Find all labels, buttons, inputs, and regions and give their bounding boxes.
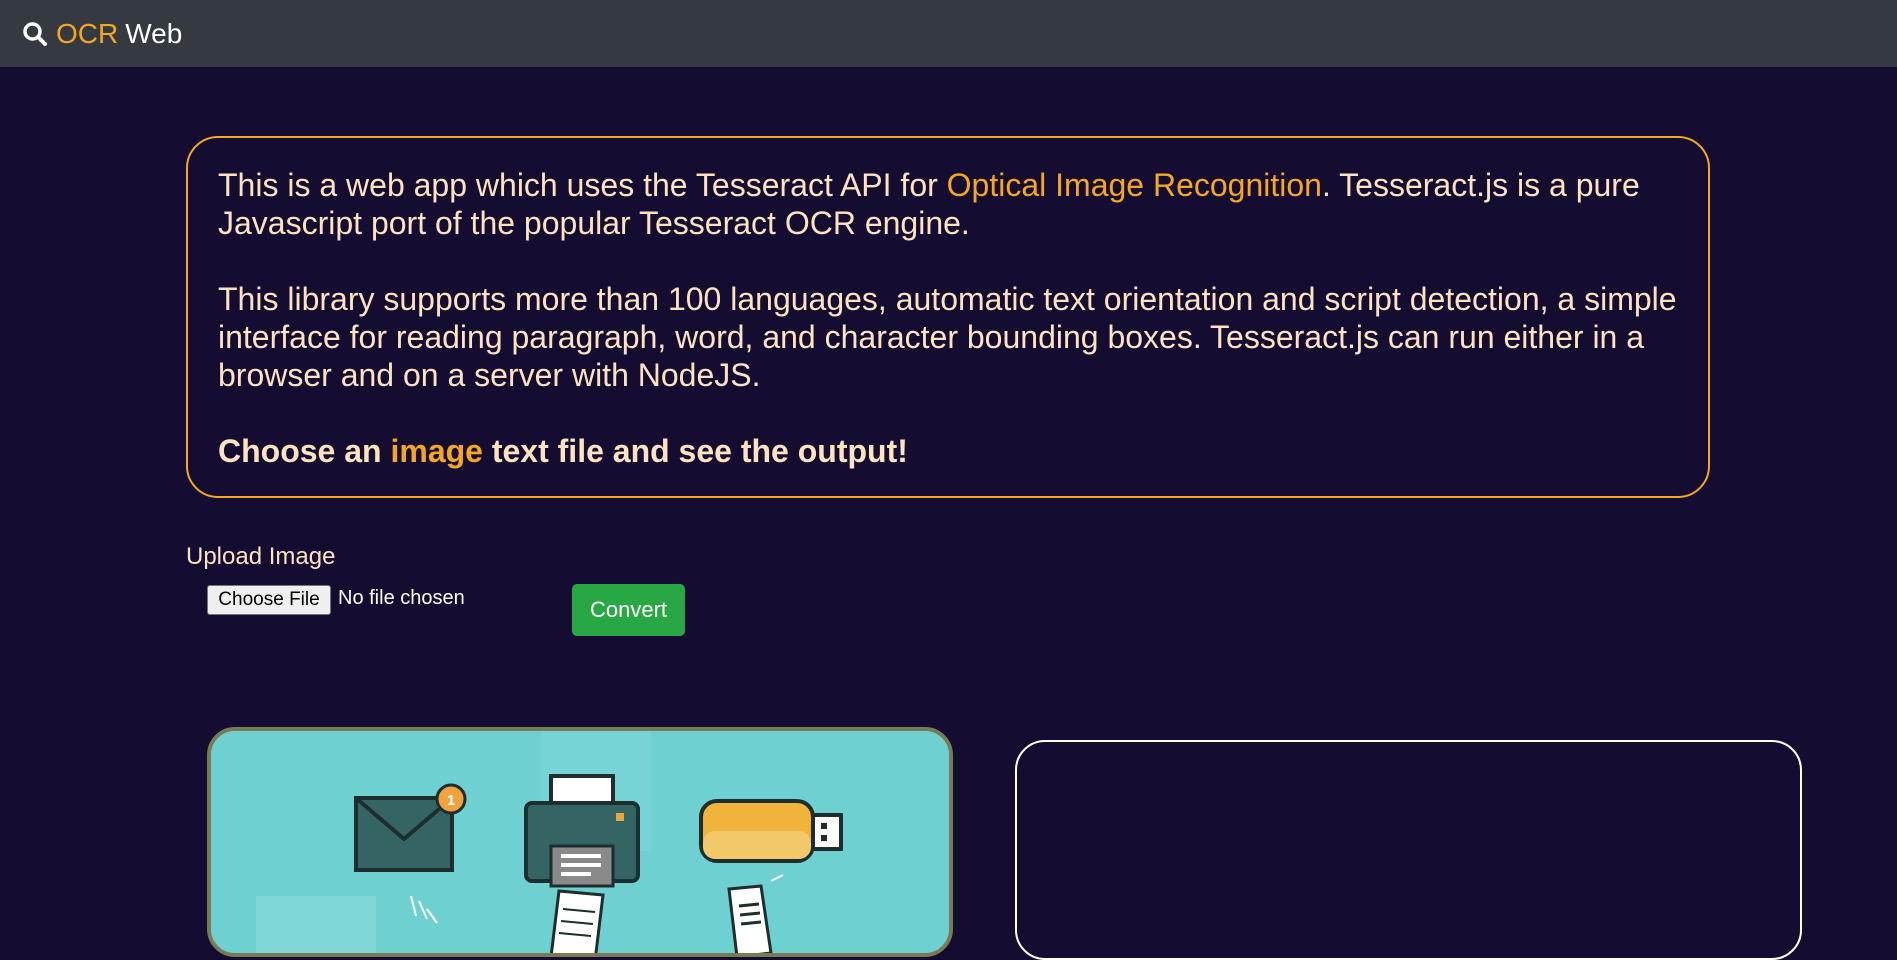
brand-rest: Web [125, 17, 183, 49]
call-to-action: Choose an image text file and see the ou… [218, 432, 1678, 470]
file-status: No file chosen [338, 587, 465, 609]
choose-file-button[interactable]: Choose File [207, 585, 331, 615]
intro-text-a: This is a web app which uses the Tessera… [218, 167, 947, 203]
image-preview: 1 [207, 727, 953, 957]
search-icon [23, 21, 47, 46]
ocr-illustration: 1 [211, 731, 949, 953]
output-box [1015, 740, 1802, 960]
convert-button[interactable]: Convert [572, 584, 685, 636]
intro-paragraph: This is a web app which uses the Tessera… [218, 166, 1678, 242]
ocr-link[interactable]: Optical Image Recognition [947, 167, 1322, 203]
envelope-icon: 1 [354, 783, 467, 872]
cta-text-b: text file and see the output! [482, 433, 908, 469]
brand-accent: OCR [56, 17, 119, 49]
svg-text:1: 1 [447, 792, 455, 809]
info-box: This is a web app which uses the Tessera… [186, 136, 1710, 498]
navbar: OCR Web [0, 0, 1897, 67]
cta-highlight: image [390, 433, 483, 469]
cta-text-a: Choose an [218, 433, 391, 469]
brand-link[interactable]: OCR Web [22, 18, 182, 50]
upload-label: Upload Image [186, 543, 336, 570]
library-paragraph: This library supports more than 100 lang… [218, 281, 1677, 393]
